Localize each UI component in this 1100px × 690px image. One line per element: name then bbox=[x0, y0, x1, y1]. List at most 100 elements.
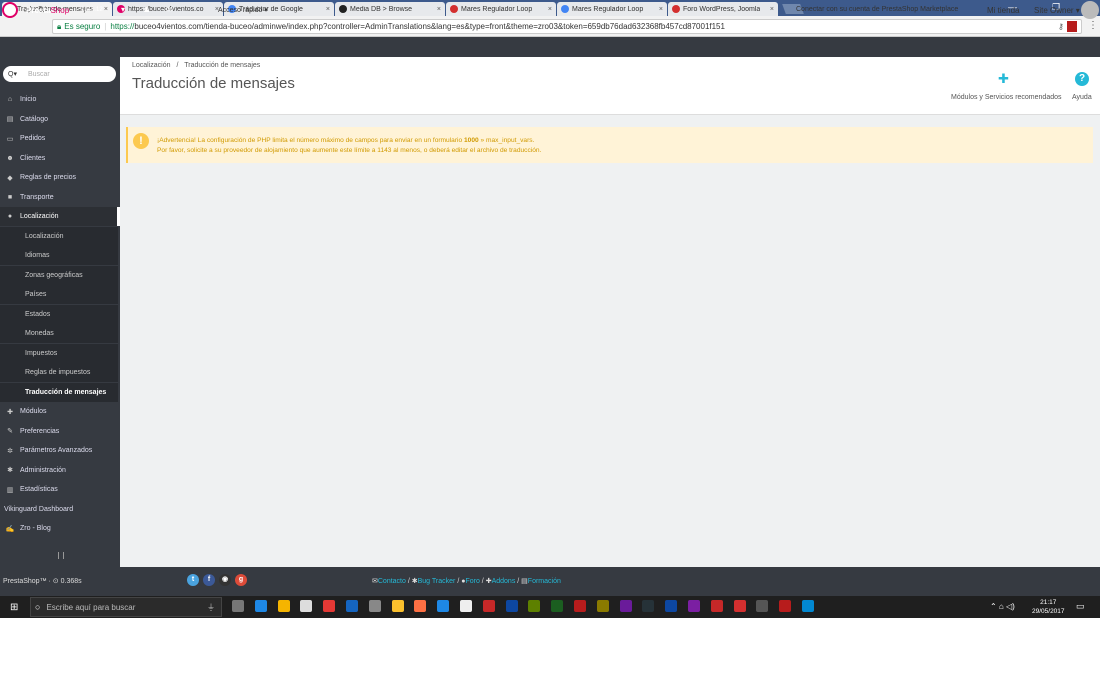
cart-icon[interactable]: ▾ bbox=[121, 5, 125, 14]
github-icon[interactable]: ◉ bbox=[219, 574, 231, 586]
puzzle-icon[interactable]: ✚ bbox=[998, 71, 1009, 87]
owner-menu[interactable]: Site Owner ▾ bbox=[1034, 6, 1080, 15]
tab-close-icon[interactable]: × bbox=[322, 6, 330, 13]
taskbar-app-icon[interactable] bbox=[688, 600, 700, 612]
pdf-extension-icon[interactable] bbox=[1067, 21, 1077, 32]
taskbar-app-icon[interactable] bbox=[368, 600, 381, 612]
sidebar-item[interactable]: ✎ Preferencias bbox=[0, 422, 120, 441]
tab-close-icon[interactable]: × bbox=[655, 6, 663, 13]
microphone-icon[interactable]: ⏚ bbox=[207, 602, 215, 613]
taskbar-app-icon[interactable] bbox=[460, 600, 472, 612]
taskbar-search-input[interactable]: ○ Escribe aquí para buscar ⏚ bbox=[30, 597, 222, 617]
twitter-icon[interactable]: t bbox=[187, 574, 199, 586]
taskbar-app-icon[interactable] bbox=[619, 600, 632, 612]
sidebar-item[interactable]: ☻ Clientes bbox=[0, 149, 120, 168]
taskbar-app-icon[interactable] bbox=[414, 600, 427, 612]
prestashop-logo-icon[interactable] bbox=[2, 2, 18, 18]
taskbar-app-icon[interactable] bbox=[505, 600, 518, 612]
help-icon[interactable]: ? bbox=[1075, 72, 1089, 86]
sidebar-subitem[interactable]: Reglas de impuestos bbox=[0, 363, 118, 382]
taskbar-app-icon[interactable] bbox=[756, 600, 769, 612]
windows-start-icon[interactable]: ⊞ bbox=[10, 602, 18, 613]
search-icon[interactable]: Q▾ bbox=[8, 70, 17, 78]
sidebar-item[interactable]: ✲ Parámetros Avanzados bbox=[0, 441, 120, 460]
sidebar-item[interactable]: ◆ Reglas de precios bbox=[0, 168, 120, 187]
marketplace-connect-link[interactable]: Conectar con su cuenta de PrestaShop Mar… bbox=[796, 6, 958, 13]
sidebar-item[interactable]: ■ Transporte bbox=[0, 188, 120, 207]
taskbar-app-icon[interactable] bbox=[596, 600, 609, 612]
taskbar-app-icon[interactable] bbox=[300, 600, 313, 612]
browser-tab[interactable]: Mares Regulador Loop × bbox=[557, 2, 667, 16]
mail-icon[interactable]: ✉ bbox=[166, 5, 173, 14]
browser-tab[interactable]: Mares Regulador Loop × bbox=[446, 2, 556, 16]
clock-time: 21:17 bbox=[1040, 599, 1057, 606]
sidebar-item[interactable]: ✚ Módulos bbox=[0, 402, 120, 421]
sidebar-item[interactable]: ✱ Administración bbox=[0, 461, 120, 480]
clock[interactable]: 21:17 29/05/2017 bbox=[1032, 598, 1065, 616]
taskbar-app-icon[interactable] bbox=[437, 600, 450, 612]
address-bar[interactable]: 🔒︎ Es seguro | https://buceo4vientos.com… bbox=[52, 19, 1082, 34]
sidebar-search-input[interactable]: Q▾ Buscar bbox=[3, 66, 116, 82]
contact-link[interactable]: Contacto bbox=[378, 578, 406, 585]
taskbar-app-icon[interactable] bbox=[391, 600, 404, 612]
sidebar-subitem[interactable]: Países bbox=[0, 285, 118, 304]
taskbar-app-icon[interactable] bbox=[232, 600, 244, 612]
my-store-link[interactable]: Mi tienda bbox=[987, 6, 1019, 15]
google-plus-icon[interactable]: g bbox=[235, 574, 247, 586]
help-button[interactable]: Ayuda bbox=[1072, 94, 1092, 101]
user-icon[interactable]: ♟ bbox=[143, 5, 150, 14]
browser-tab[interactable]: Foro WordPress, Joomla × bbox=[668, 2, 778, 16]
addons-link[interactable]: Addons bbox=[492, 578, 516, 585]
recommended-modules-button[interactable]: Módulos y Servicios recomendados bbox=[951, 94, 1062, 101]
taskbar-app-icon[interactable] bbox=[254, 600, 267, 612]
taskbar-app-icon[interactable] bbox=[323, 600, 336, 612]
taskbar-app-icon[interactable] bbox=[277, 600, 290, 612]
sidebar-subitem[interactable]: Impuestos bbox=[0, 343, 118, 363]
system-tray[interactable]: ⌃ ⌂ ◁) bbox=[990, 602, 1015, 611]
taskbar-app-icon[interactable] bbox=[779, 600, 792, 612]
sidebar-subitem[interactable]: Monedas bbox=[0, 324, 118, 343]
tab-close-icon[interactable]: × bbox=[433, 6, 441, 13]
cog-icon: ✱ bbox=[7, 467, 13, 474]
sidebar-subitem[interactable]: Localización bbox=[0, 226, 118, 246]
taskbar-app-icon[interactable] bbox=[733, 600, 746, 612]
sidebar-item[interactable]: ▤ Catálogo bbox=[0, 110, 120, 129]
browser-menu-icon[interactable]: ⋮ bbox=[1088, 20, 1098, 31]
sidebar-subitem[interactable]: Estados bbox=[0, 304, 118, 324]
key-icon[interactable]: ⚷ bbox=[1058, 22, 1064, 31]
avatar[interactable] bbox=[1081, 1, 1099, 19]
brand-name[interactable]: PrestaShop bbox=[26, 6, 69, 15]
browser-tab[interactable]: Media DB > Browse × bbox=[335, 2, 445, 16]
facebook-icon[interactable]: f bbox=[203, 574, 215, 586]
taskbar-app-icon[interactable] bbox=[551, 600, 564, 612]
sidebar-item[interactable]: ✍ Zro - Blog bbox=[0, 519, 120, 538]
sidebar-subitem[interactable]: Idiomas bbox=[0, 246, 118, 265]
sidebar-item[interactable]: Vikinguard Dashboard bbox=[0, 500, 120, 519]
sidebar-item[interactable]: ● Localización bbox=[0, 207, 120, 226]
sidebar-collapse-handle[interactable] bbox=[58, 552, 64, 559]
bug-tracker-link[interactable]: Bug Tracker bbox=[418, 578, 456, 585]
taskbar-app-icon[interactable] bbox=[482, 600, 495, 612]
taskbar-app-icon[interactable] bbox=[710, 600, 723, 612]
breadcrumb-item[interactable]: Localización bbox=[132, 62, 171, 69]
taskbar-app-icon[interactable] bbox=[665, 600, 678, 612]
tab-close-icon[interactable]: × bbox=[544, 6, 552, 13]
taskbar-app-icon[interactable] bbox=[574, 600, 586, 612]
notification-icon[interactable]: ▭ bbox=[1076, 601, 1085, 612]
sidebar-item-label: Transporte bbox=[20, 193, 54, 201]
tab-close-icon[interactable]: × bbox=[766, 6, 774, 13]
taskbar-app-icon[interactable] bbox=[642, 600, 655, 612]
sidebar-subitem[interactable]: Zonas geográficas bbox=[0, 265, 118, 285]
tab-label: Media DB > Browse bbox=[350, 5, 413, 13]
sidebar-item[interactable]: ▥ Estadísticas bbox=[0, 480, 120, 499]
quick-access-menu[interactable]: Acceso rápido ▾ bbox=[218, 6, 268, 14]
training-link[interactable]: Formación bbox=[528, 578, 561, 585]
taskbar-app-icon[interactable] bbox=[802, 600, 814, 612]
sidebar-subitem[interactable]: Traducción de mensajes bbox=[0, 382, 118, 402]
sidebar-item[interactable]: ⌂ Inicio bbox=[0, 90, 120, 109]
taskbar-app-icon[interactable] bbox=[346, 600, 358, 612]
taskbar-app-icon[interactable] bbox=[528, 600, 541, 612]
forum-link[interactable]: Foro bbox=[465, 578, 479, 585]
alert-text: » max_input_vars. bbox=[478, 137, 535, 144]
sidebar-item[interactable]: ▭ Pedidos bbox=[0, 129, 120, 148]
